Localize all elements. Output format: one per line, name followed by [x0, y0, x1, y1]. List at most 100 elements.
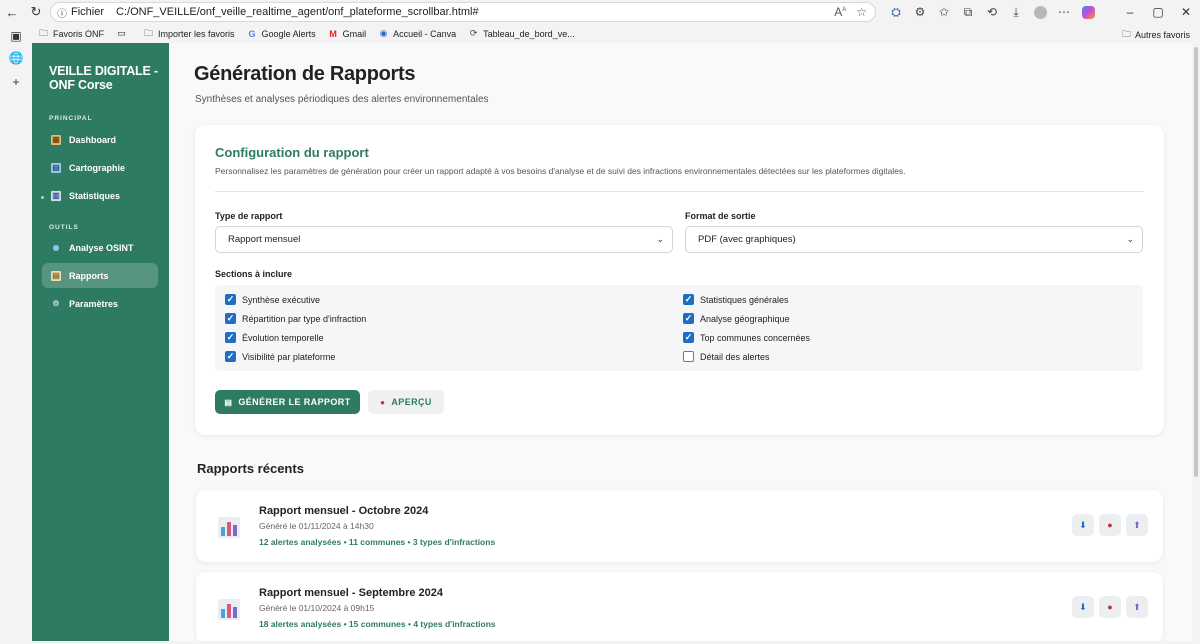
- sidebar-item-analyse-osint[interactable]: Analyse OSINT: [42, 235, 158, 260]
- generate-report-button[interactable]: ▤ GÉNÉRER LE RAPPORT: [215, 390, 360, 414]
- sidebar-item-dashboard[interactable]: ▦ Dashboard: [42, 127, 158, 152]
- report-date: Généré le 01/11/2024 à 14h30: [259, 521, 374, 531]
- checkbox-checked[interactable]: ✓: [683, 313, 694, 324]
- report-actions: ⬇ ● ⬆: [1072, 514, 1148, 536]
- checkbox-analyse-geographique[interactable]: ✓ Analyse géographique: [683, 313, 790, 324]
- checkbox-detail-alertes[interactable]: Détail des alertes: [683, 351, 770, 362]
- checkbox-visibilite-plateforme[interactable]: ✓ Visibilité par plateforme: [225, 351, 335, 362]
- checkbox-unchecked[interactable]: [683, 351, 694, 362]
- url-text[interactable]: C:/ONF_VEILLE/onf_veille_realtime_agent/…: [116, 6, 479, 18]
- sidebar-item-statistiques[interactable]: ▥ Statistiques: [42, 183, 158, 208]
- main-content: Génération de Rapports Synthèses et anal…: [169, 43, 1192, 641]
- extension-icon[interactable]: ⛭: [884, 0, 908, 24]
- view-icon[interactable]: ●: [1099, 596, 1121, 618]
- share-icon[interactable]: ⬆: [1126, 596, 1148, 618]
- report-actions: ⬇ ● ⬆: [1072, 596, 1148, 618]
- reading-list-icon: ▭: [117, 28, 126, 38]
- section-label-outils: OUTILS: [49, 224, 79, 231]
- maximize-icon[interactable]: ▢: [1144, 0, 1172, 24]
- tab-actions-icon[interactable]: ▣: [8, 28, 24, 44]
- checkbox-checked[interactable]: ✓: [225, 294, 236, 305]
- section-label-principal: PRINCIPAL: [49, 115, 93, 122]
- checkbox-top-communes[interactable]: ✓ Top communes concernées: [683, 332, 810, 343]
- more-menu-icon[interactable]: ⋯: [1052, 0, 1076, 24]
- address-bar[interactable]: ⓘ Fichier C:/ONF_VEILLE/onf_veille_realt…: [50, 2, 876, 22]
- favorite-item[interactable]: 🗀 Favoris ONF: [38, 28, 104, 39]
- favorite-item[interactable]: G Google Alerts: [247, 28, 316, 39]
- download-icon[interactable]: ⤓: [1004, 0, 1028, 24]
- canva-icon: ◉: [379, 28, 388, 38]
- report-item[interactable]: Rapport mensuel - Septembre 2024 Généré …: [196, 572, 1163, 641]
- dashboard-icon: ▦: [51, 134, 61, 145]
- page-scrollbar[interactable]: [1192, 43, 1200, 644]
- gmail-icon: M: [329, 28, 337, 39]
- report-date: Généré le 01/10/2024 à 09h15: [259, 603, 375, 613]
- favorite-item[interactable]: ◉ Accueil - Canva: [378, 28, 456, 39]
- gear-icon: ⚙: [52, 299, 60, 308]
- sidebar-item-cartographie[interactable]: ▤ Cartographie: [42, 155, 158, 180]
- report-icon: ▤: [51, 270, 61, 281]
- globe-icon[interactable]: 🌐: [8, 50, 24, 66]
- sidebar-item-rapports[interactable]: ▤ Rapports: [42, 263, 158, 288]
- download-icon[interactable]: ⬇: [1072, 514, 1094, 536]
- checkbox-checked[interactable]: ✓: [225, 332, 236, 343]
- report-stats: 18 alertes analysées • 15 communes • 4 t…: [259, 619, 496, 629]
- favorite-item[interactable]: M Gmail: [328, 28, 366, 39]
- output-format-select[interactable]: PDF (avec graphiques) ⌄: [685, 226, 1143, 253]
- collections-icon[interactable]: ⧉: [956, 0, 980, 24]
- favorite-item[interactable]: 🗀 Importer les favoris: [143, 28, 235, 39]
- search-dot-icon: [51, 243, 61, 253]
- report-title: Rapport mensuel - Octobre 2024: [259, 505, 429, 517]
- checkbox-evolution-temporelle[interactable]: ✓ Évolution temporelle: [225, 332, 324, 343]
- favorite-item[interactable]: ⟳ Tableau_de_bord_ve...: [468, 28, 575, 39]
- share-icon[interactable]: ⬆: [1126, 514, 1148, 536]
- checkbox-checked[interactable]: ✓: [683, 294, 694, 305]
- report-item[interactable]: Rapport mensuel - Octobre 2024 Généré le…: [196, 490, 1163, 562]
- info-icon[interactable]: ⓘ: [57, 5, 67, 20]
- recent-reports-title: Rapports récents: [197, 461, 304, 476]
- chevron-down-icon: ⌄: [1126, 234, 1134, 244]
- preview-button[interactable]: ● APERÇU: [368, 390, 444, 414]
- other-favorites[interactable]: 🗀 Autres favoris: [1122, 27, 1190, 43]
- new-tab-icon[interactable]: +: [8, 74, 24, 90]
- chart-icon: ▥: [51, 190, 61, 201]
- report-type-label: Type de rapport: [215, 211, 283, 221]
- divider: [215, 191, 1144, 192]
- read-aloud-icon[interactable]: AA: [834, 5, 846, 19]
- minimize-icon[interactable]: –: [1116, 0, 1144, 24]
- checkbox-checked[interactable]: ✓: [683, 332, 694, 343]
- close-icon[interactable]: ✕: [1172, 0, 1200, 24]
- checkbox-checked[interactable]: ✓: [225, 313, 236, 324]
- refresh-icon[interactable]: ↻: [24, 0, 48, 24]
- copilot-extension-icon[interactable]: ⚙: [908, 0, 932, 24]
- folder-icon: 🗀: [38, 27, 48, 38]
- map-icon: ▤: [51, 162, 61, 173]
- config-description: Personnalisez les paramètres de générati…: [215, 166, 906, 176]
- report-stats: 12 alertes analysées • 11 communes • 3 t…: [259, 537, 496, 547]
- favorite-star-icon[interactable]: ☆: [856, 5, 867, 19]
- profile-avatar[interactable]: [1028, 0, 1052, 24]
- page-viewport: VEILLE DIGITALE - ONF Corse PRINCIPAL ▦ …: [32, 43, 1192, 641]
- download-icon[interactable]: ⬇: [1072, 596, 1094, 618]
- checkbox-synthese-executive[interactable]: ✓ Synthèse exécutive: [225, 294, 320, 305]
- checkbox-statistiques-generales[interactable]: ✓ Statistiques générales: [683, 294, 789, 305]
- sidebar-item-parametres[interactable]: ⚙ Paramètres: [42, 291, 158, 316]
- favorite-item[interactable]: ▭: [116, 28, 131, 39]
- chevron-down-icon: ⌄: [656, 234, 664, 244]
- checkbox-checked[interactable]: ✓: [225, 351, 236, 362]
- sections-label: Sections à inclure: [215, 269, 293, 279]
- dashboard-icon: ⟳: [469, 28, 478, 38]
- favorites-icon[interactable]: ✩: [932, 0, 956, 24]
- view-icon[interactable]: ●: [1099, 514, 1121, 536]
- back-icon[interactable]: ←: [0, 0, 24, 24]
- config-title: Configuration du rapport: [215, 145, 369, 160]
- checkbox-repartition-type[interactable]: ✓ Répartition par type d'infraction: [225, 313, 366, 324]
- bar-chart-icon: [218, 517, 240, 538]
- scrollbar-thumb[interactable]: [1194, 47, 1198, 477]
- report-title: Rapport mensuel - Septembre 2024: [259, 587, 444, 599]
- history-icon[interactable]: ⟲: [980, 0, 1004, 24]
- report-type-select[interactable]: Rapport mensuel ⌄: [215, 226, 673, 253]
- page-title: Génération de Rapports: [194, 63, 416, 85]
- copilot-icon[interactable]: [1076, 0, 1100, 24]
- document-icon: ▤: [224, 397, 233, 407]
